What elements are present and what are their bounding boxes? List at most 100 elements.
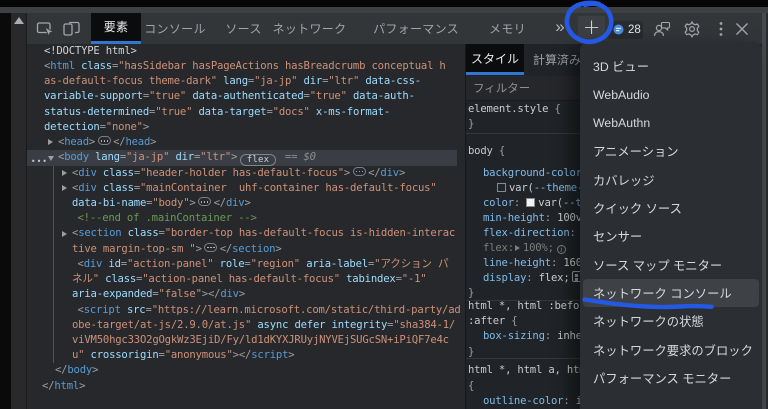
devtools-tab-5[interactable]: パフォーマンス [373,13,459,45]
dom-tree-node[interactable]: <!DOCTYPE html> [27,44,465,59]
dom-tree-node[interactable]: <section class="border-top has-default-f… [27,226,465,241]
syntax-token: flex: [483,241,514,254]
dom-tree-node[interactable]: u" crossorigin="anonymous"></script> [27,348,465,363]
dom-tree-node[interactable]: ネル" class="action-panel has-default-focu… [27,272,465,287]
syntax-token: viVM50hgc33O2gOgkWz3EjiD/Fy/ld1dKYXJRUyj… [72,333,449,346]
syntax-token: > [238,288,246,301]
menu-item[interactable]: センサー [583,222,759,250]
syntax-token: element.style [468,102,549,115]
syntax-token: class [81,60,112,73]
menu-item[interactable]: ネットワークの状態 [583,307,759,335]
expand-arrow-icon[interactable] [62,184,67,191]
dom-tree-node[interactable]: status-determined="true" data-target="do… [27,105,465,120]
syntax-token: data-css- [365,75,421,88]
expand-shorthand-icon[interactable] [514,244,520,251]
dom-tree-node[interactable]: tive margin-top-sm "> </section> [27,242,465,257]
dom-tree-node[interactable]: <div class="header-holder has-default-fo… [27,166,465,181]
menu-item[interactable]: パフォーマンス モニター [583,364,759,392]
syntax-token: dir [175,151,194,164]
devtools-tab-4[interactable]: ネットワーク [272,13,347,45]
menu-item-label: ネットワーク コンソール [593,287,732,301]
expand-arrow-icon[interactable] [48,139,53,146]
dom-tree-node[interactable]: aria-expanded="false"></div> [27,287,465,302]
dom-tree-node[interactable]: <html class="hasSidebar hasPageActions h… [27,59,465,74]
menu-item[interactable]: クイック ソース [583,194,759,222]
devtools-tab-1[interactable]: 要素 [91,12,141,44]
collapsed-content-icon[interactable] [97,136,111,146]
dom-tree-node[interactable]: </html> [27,379,465,394]
scrollbar-up-arrow-icon[interactable] [13,16,24,24]
syntax-token: "action-panel has-default-focus" [142,273,340,286]
menu-item[interactable]: WebAuthn [583,109,759,137]
syntax-token: ></ [232,349,252,362]
dom-tree-node[interactable]: obe-target/at-js/2.9.0/at.js" async defe… [27,318,465,333]
feedback-icon[interactable] [652,19,672,39]
menu-item[interactable]: アニメーション [583,137,759,165]
syntax-token: div [83,257,103,270]
styles-tab-label: 計算済み [532,53,581,67]
dom-tree-node[interactable]: viVM50hgc33O2gOgkWz3EjiD/Fy/ld1dKYXJRUyj… [27,333,465,348]
syntax-token: "-1" [401,273,427,286]
syntax-token: </ [219,242,233,255]
inspect-element-icon[interactable] [36,19,55,38]
collapse-arrow-icon[interactable] [48,156,54,162]
color-swatch[interactable] [497,182,506,192]
syntax-token: as-default-focus theme-dark" [44,75,217,88]
syntax-token: "body" [152,197,190,209]
syntax-token: head [64,136,89,149]
dom-tree-node[interactable]: ••• <body lang="ja-jp" dir="ltr"> flex == … [27,150,457,167]
collapsed-content-icon[interactable] [198,197,212,206]
settings-gear-icon[interactable] [682,19,702,39]
styles-tab-1[interactable]: スタイル [466,44,524,75]
dom-tree-node[interactable]: <head> </head> [27,135,465,150]
syntax-token: tabindex [346,273,396,286]
menu-item[interactable]: ソース マップ モニター [583,251,759,279]
devtools-tab-6[interactable]: メモリ [485,13,531,45]
menu-item[interactable]: 3D ビュー [583,52,759,80]
syntax-token: "true" [155,105,193,118]
syntax-token: </ [55,364,68,377]
devtools-tab-2[interactable]: コンソール [144,13,205,45]
expand-arrow-icon[interactable] [62,230,67,237]
menu-item-label: ネットワーク要求のブロック [593,343,753,358]
dom-tree-node[interactable]: <div id="action-panel" role="region" ari… [27,257,465,272]
color-swatch[interactable] [526,197,536,207]
syntax-token: variable-support [44,90,143,103]
syntax-token: outline-color [483,394,564,407]
menu-item[interactable]: WebAudio [583,81,759,109]
dom-tree-node[interactable]: variable-support="true" data-authenticat… [27,89,465,104]
dom-tree-node[interactable]: data-bi-name="body"> </div> [27,196,465,211]
menu-item[interactable]: ネットワーク コンソール [583,278,759,308]
add-tool-button[interactable]: + [578,15,605,40]
close-icon[interactable] [732,19,752,39]
dom-tree-node[interactable]: <div class="mainContainer uhf-container … [27,181,465,196]
page-scrollbar[interactable] [11,12,26,409]
styles-tab-2[interactable]: 計算済み [528,44,586,75]
menu-item[interactable]: カバレッジ [583,166,759,194]
syntax-token: var( [509,181,534,194]
collapsed-content-icon[interactable] [204,242,218,252]
dom-tree-node[interactable]: </body> [27,363,465,378]
issues-badge[interactable]: 28 [608,21,643,39]
syntax-token: "ja-jp" [126,151,170,164]
menu-item-label: カバレッジ [593,173,655,188]
syntax-token: "アクション パ [374,257,449,270]
customize-dots-icon[interactable] [711,19,731,39]
device-emulation-icon[interactable] [62,19,81,38]
dom-tree-node[interactable]: <!--end of .mainContainer --> [27,211,465,226]
panel-divider[interactable] [465,44,466,409]
dom-tree-node[interactable]: <script src="https://learn.microsoft.com… [27,303,465,318]
dom-tree-node[interactable]: as-default-focus theme-dark" lang="ja-jp… [27,74,465,89]
syntax-token: > [398,166,406,179]
menu-item[interactable]: ネットワーク要求のブロック [583,336,759,364]
syntax-token: > [343,166,351,179]
flex-badge[interactable]: flex [240,153,276,167]
more-tabs-chevron[interactable]: » [548,13,572,45]
menu-item-label: WebAudio [593,87,650,102]
syntax-token: status-determined [44,105,150,118]
dom-tree-node[interactable]: detection="none"> [27,120,465,135]
expand-arrow-icon[interactable] [62,169,67,176]
collapsed-content-icon[interactable] [352,166,366,176]
syntax-token: display [483,271,527,284]
devtools-tab-3[interactable]: ソース [214,13,274,45]
